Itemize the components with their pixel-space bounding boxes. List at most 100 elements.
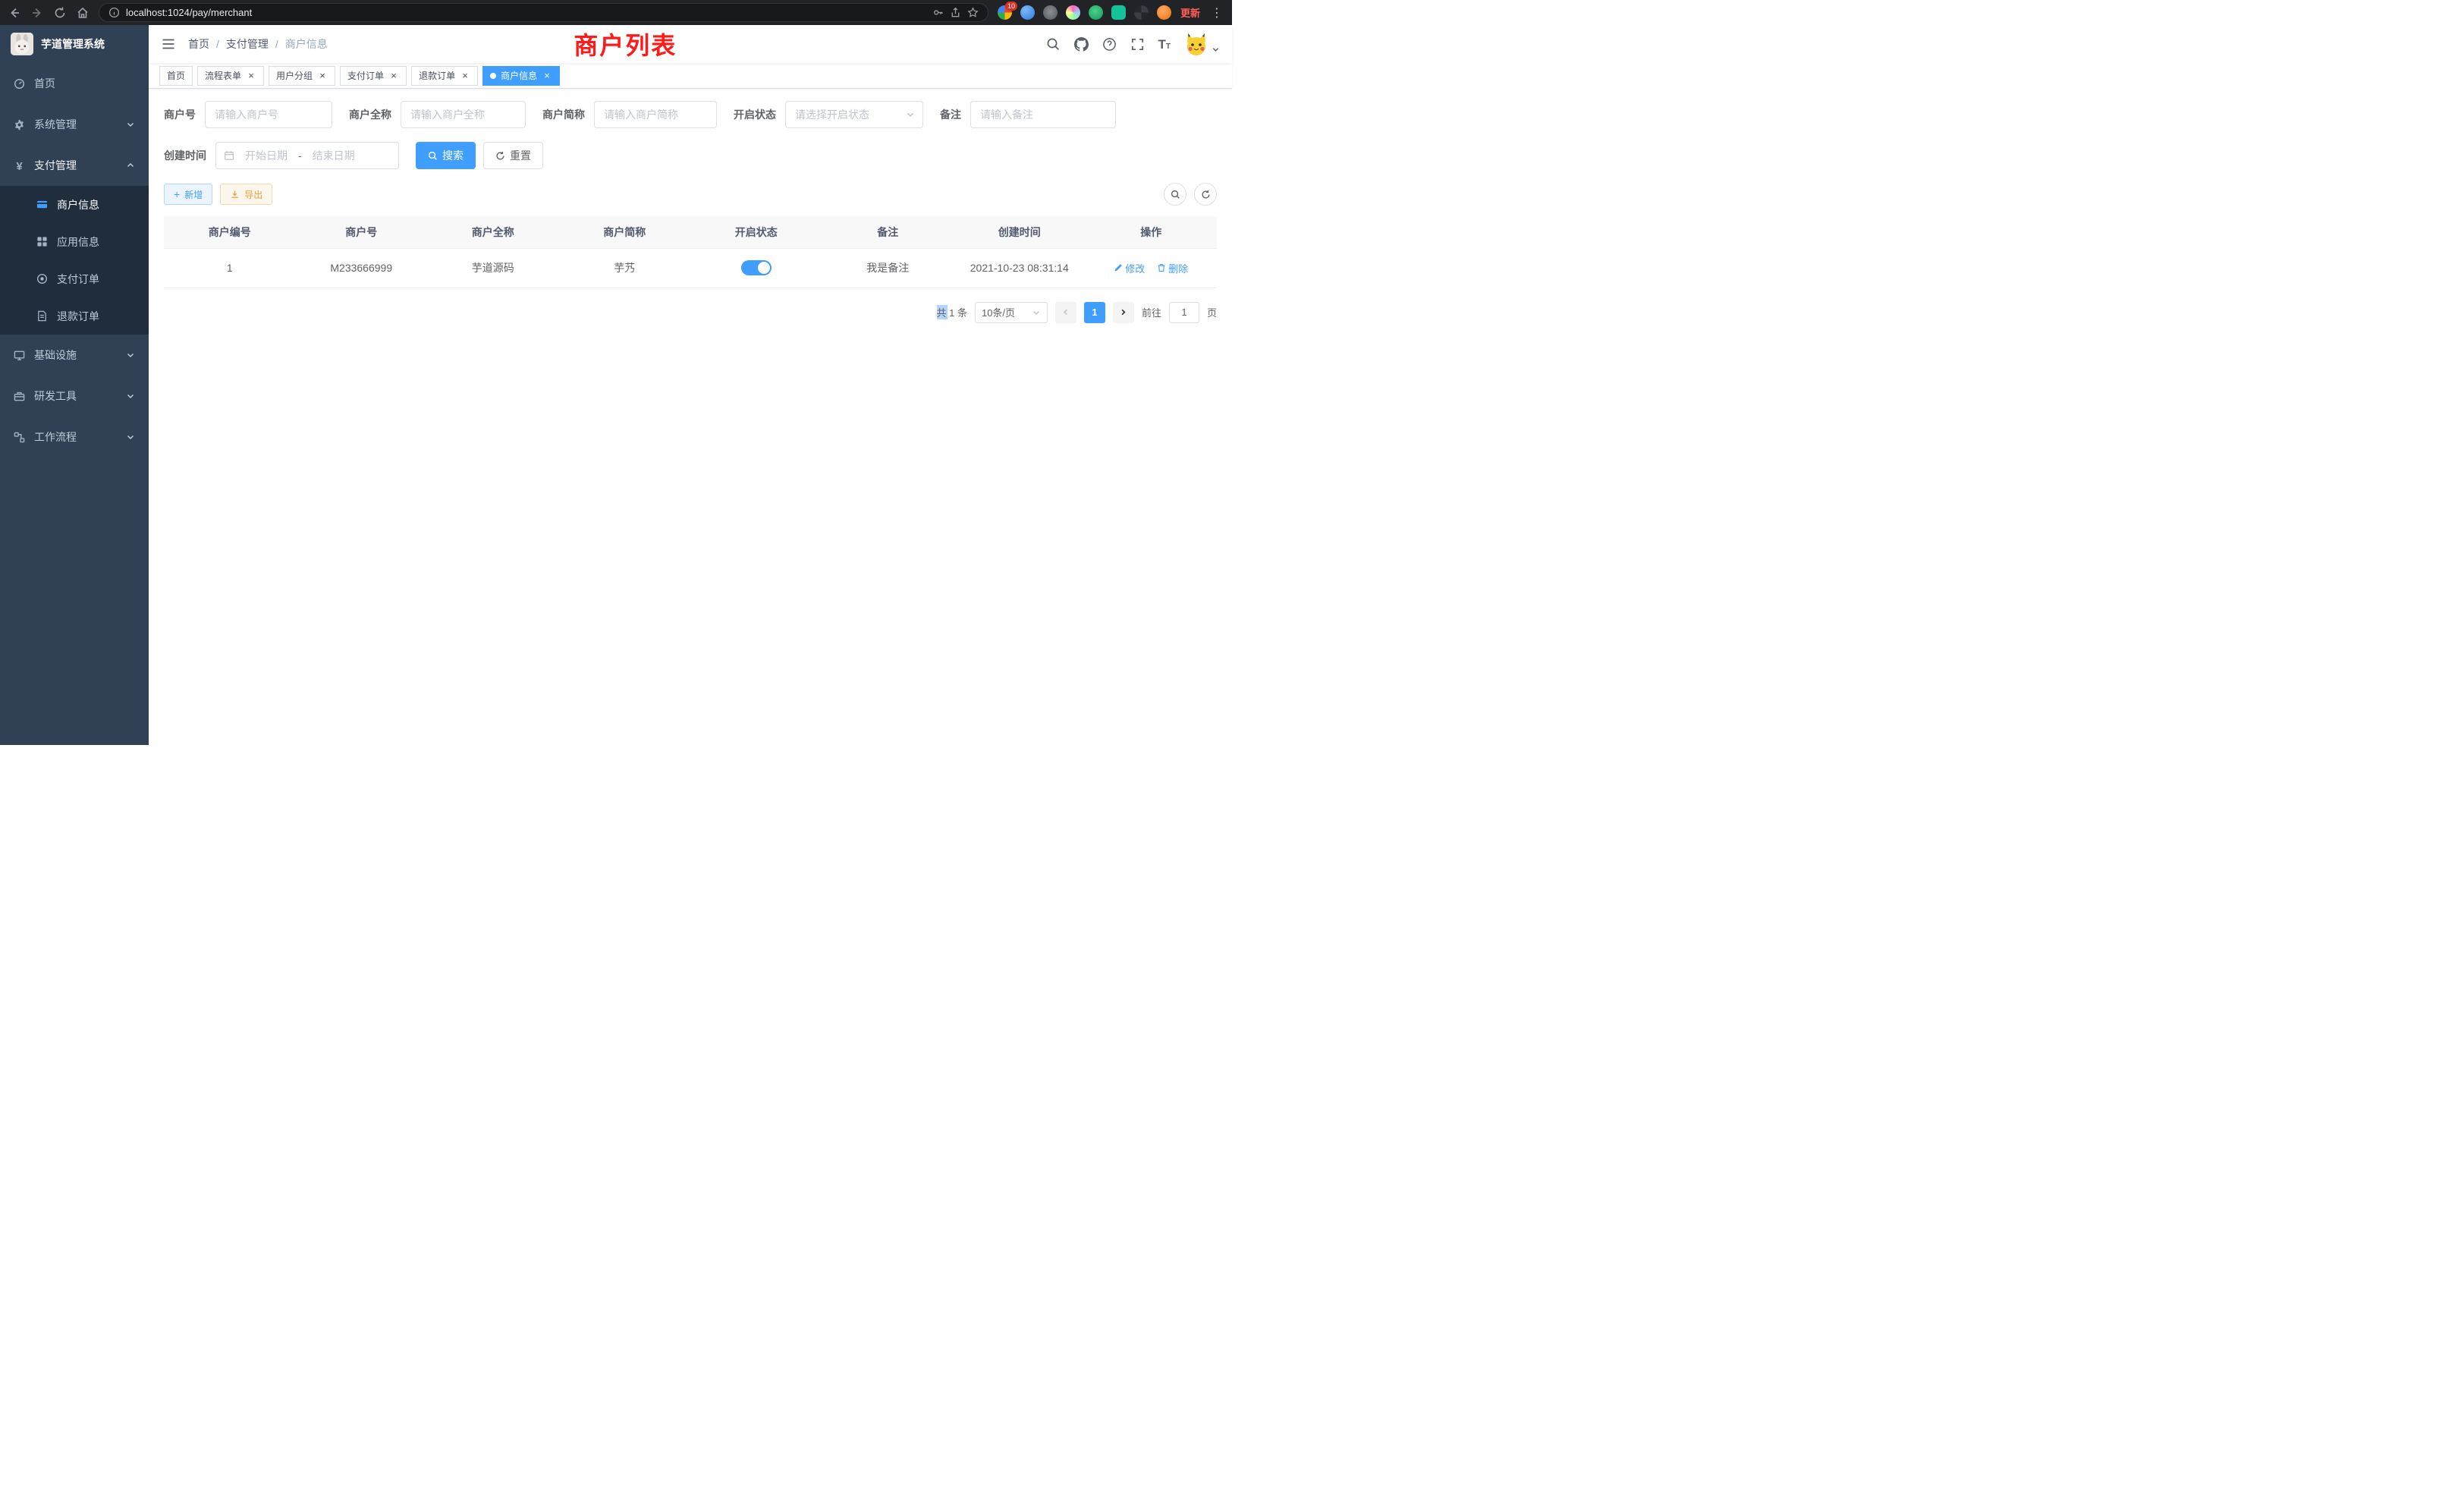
browser-menu-icon[interactable]: ⋮: [1209, 5, 1224, 20]
breadcrumb-separator: /: [275, 38, 278, 50]
col-header: 操作: [1086, 216, 1218, 248]
profile-avatar-icon[interactable]: [1157, 5, 1171, 20]
page-size-select[interactable]: 10条/页: [975, 302, 1048, 323]
dashboard-icon: [14, 78, 25, 90]
close-icon[interactable]: ×: [388, 71, 399, 81]
tab-label: 商户信息: [501, 69, 537, 82]
browser-update-button[interactable]: 更新: [1180, 5, 1200, 20]
remark-input[interactable]: [970, 101, 1116, 128]
site-info-icon[interactable]: [108, 7, 120, 18]
toolbar-right: [1164, 183, 1217, 206]
date-start-input[interactable]: [239, 149, 294, 162]
close-icon[interactable]: ×: [246, 71, 256, 81]
extension-green-circle-icon[interactable]: [1089, 5, 1103, 20]
share-icon[interactable]: [950, 7, 961, 18]
status-select[interactable]: 请选择开启状态: [785, 101, 923, 128]
reload-icon[interactable]: [53, 6, 67, 20]
bookmark-star-icon[interactable]: [967, 7, 979, 18]
add-button[interactable]: + 新增: [164, 184, 212, 205]
url-bar[interactable]: localhost:1024/pay/merchant: [99, 3, 988, 22]
merchant-short-input[interactable]: [594, 101, 717, 128]
extension-pinwheel-icon[interactable]: [1134, 5, 1149, 20]
sidebar-item-label: 支付订单: [57, 272, 135, 287]
sidebar-item-infrastructure[interactable]: 基础设施: [0, 335, 149, 376]
toggle-knob: [758, 262, 770, 274]
prev-page-button[interactable]: [1055, 302, 1076, 323]
extension-green-square-icon[interactable]: [1111, 5, 1126, 20]
document-icon: [36, 310, 48, 322]
home-icon[interactable]: [76, 6, 90, 20]
help-icon[interactable]: [1102, 37, 1117, 52]
breadcrumb-separator: /: [216, 38, 219, 50]
sidebar-item-app-info[interactable]: 应用信息: [0, 223, 149, 260]
tab-user-group[interactable]: 用户分组 ×: [269, 66, 335, 86]
filter-label: 商户号: [164, 107, 205, 122]
chevron-down-icon: [1032, 308, 1041, 317]
tab-merchant-info[interactable]: 商户信息 ×: [482, 66, 560, 86]
date-range-picker[interactable]: -: [215, 142, 399, 169]
sidebar-item-dev-tools[interactable]: 研发工具: [0, 376, 149, 417]
yen-icon: ¥: [14, 160, 25, 171]
search-icon[interactable]: [1046, 37, 1061, 52]
calendar-icon: [224, 150, 234, 161]
sidebar-item-system[interactable]: 系统管理: [0, 104, 149, 145]
app-frame: 芋道管理系统 首页 系统管理 ¥ 支付管理 商户信息: [0, 25, 1232, 745]
search-button[interactable]: 搜索: [416, 142, 476, 169]
filter-label: 开启状态: [734, 107, 785, 122]
delete-link[interactable]: 删除: [1157, 261, 1188, 275]
col-header: 商户编号: [164, 216, 296, 248]
tab-process-form[interactable]: 流程表单 ×: [197, 66, 264, 86]
edit-link[interactable]: 修改: [1114, 261, 1145, 275]
sidebar-item-pay-order[interactable]: 支付订单: [0, 260, 149, 297]
sidebar-item-pay[interactable]: ¥ 支付管理: [0, 145, 149, 186]
extension-gray-icon[interactable]: [1043, 5, 1058, 20]
github-icon[interactable]: [1074, 37, 1089, 52]
font-size-icon[interactable]: TT: [1158, 38, 1171, 51]
password-key-icon[interactable]: [932, 7, 944, 18]
hamburger-icon[interactable]: [161, 36, 176, 52]
extension-pie-icon[interactable]: 10: [998, 5, 1012, 20]
sidebar-item-merchant-info[interactable]: 商户信息: [0, 186, 149, 223]
user-avatar[interactable]: [1184, 32, 1220, 56]
refresh-table-button[interactable]: [1194, 183, 1217, 206]
breadcrumb-item-current: 商户信息: [285, 36, 328, 52]
tab-label: 退款订单: [419, 69, 455, 82]
breadcrumb-item[interactable]: 支付管理: [226, 36, 269, 52]
export-button[interactable]: 导出: [220, 184, 272, 205]
next-page-button[interactable]: [1113, 302, 1134, 323]
close-icon[interactable]: ×: [460, 71, 470, 81]
cell-create-time: 2021-10-23 08:31:14: [954, 248, 1086, 288]
main-area: 首页 / 支付管理 / 商户信息 商户列表 TT: [149, 25, 1232, 745]
page-size-value: 10条/页: [982, 305, 1015, 319]
merchant-no-input[interactable]: [205, 101, 332, 128]
merchant-name-input[interactable]: [401, 101, 526, 128]
tab-refund-order[interactable]: 退款订单 ×: [411, 66, 478, 86]
tab-pay-order[interactable]: 支付订单 ×: [340, 66, 407, 86]
hide-search-button[interactable]: [1164, 183, 1186, 206]
tab-home[interactable]: 首页: [159, 66, 193, 86]
status-toggle[interactable]: [741, 260, 772, 275]
reset-button[interactable]: 重置: [483, 142, 543, 169]
page-number-button[interactable]: 1: [1084, 302, 1105, 323]
sidebar-item-refund-order[interactable]: 退款订单: [0, 297, 149, 335]
close-icon[interactable]: ×: [317, 71, 328, 81]
filter-remark: 备注: [940, 101, 1116, 128]
forward-icon[interactable]: [30, 6, 44, 20]
breadcrumb-item[interactable]: 首页: [188, 36, 209, 52]
url-text[interactable]: localhost:1024/pay/merchant: [126, 7, 926, 18]
edit-link-label: 修改: [1125, 261, 1145, 275]
cell-short-name: 芋艿: [559, 248, 691, 288]
date-end-input[interactable]: [306, 149, 361, 162]
back-icon[interactable]: [8, 6, 21, 20]
app-logo[interactable]: 芋道管理系统: [0, 25, 149, 63]
chevron-down-icon: [126, 350, 135, 360]
fullscreen-icon[interactable]: [1130, 37, 1145, 52]
sidebar-item-home[interactable]: 首页: [0, 63, 149, 104]
avatar-pikachu-icon: [1184, 32, 1208, 56]
extension-drop-icon[interactable]: [1020, 5, 1035, 20]
goto-page-input[interactable]: [1169, 302, 1199, 323]
extension-multicolor-icon[interactable]: [1066, 5, 1080, 20]
sidebar-item-workflow[interactable]: 工作流程: [0, 417, 149, 457]
col-header: 开启状态: [690, 216, 822, 248]
close-icon[interactable]: ×: [542, 71, 552, 81]
